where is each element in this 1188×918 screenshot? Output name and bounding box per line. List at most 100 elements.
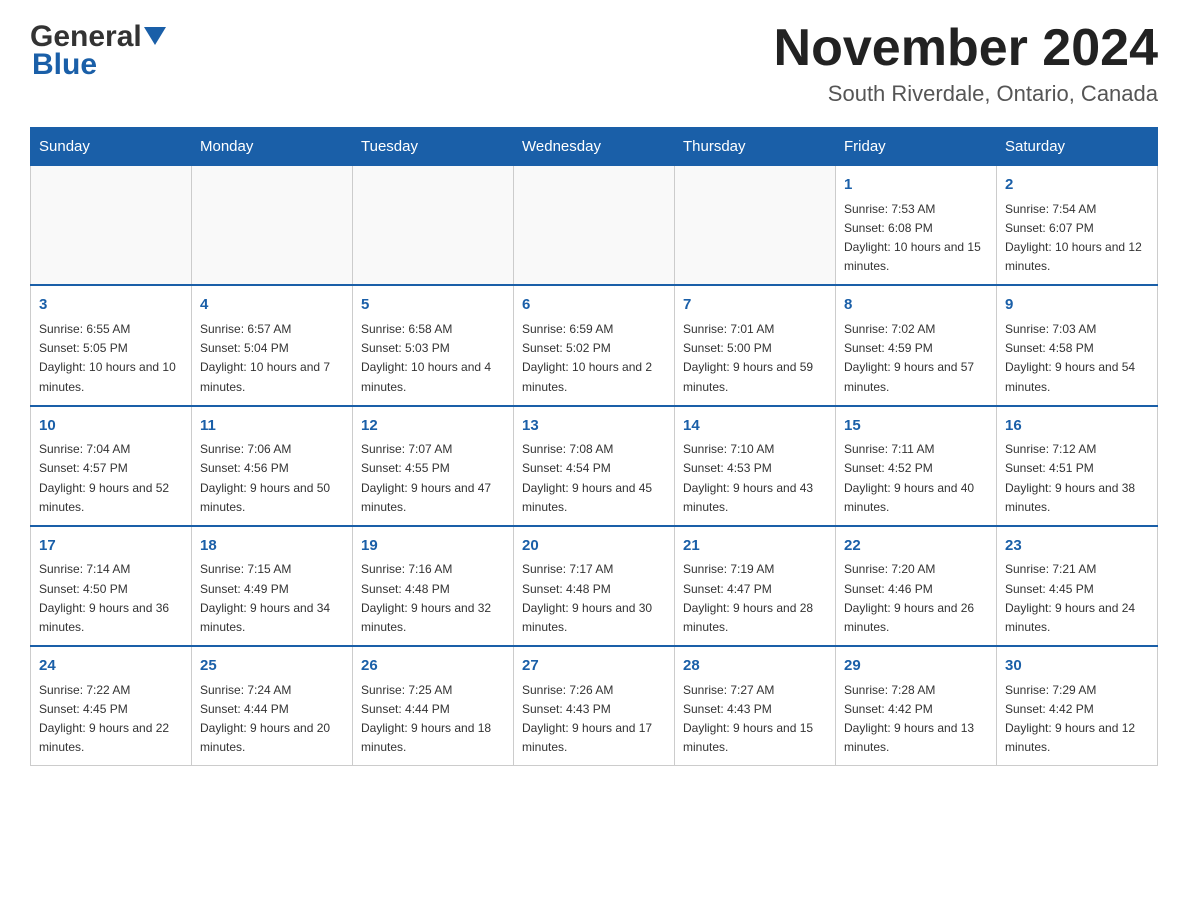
- calendar-week-row: 3 Sunrise: 6:55 AMSunset: 5:05 PMDaylight…: [31, 285, 1158, 405]
- calendar-cell: 14Sunrise: 7:10 AMSunset: 4:53 PMDayligh…: [675, 406, 836, 526]
- calendar-table: SundayMondayTuesdayWednesdayThursdayFrid…: [30, 127, 1158, 766]
- calendar-header-saturday: Saturday: [997, 128, 1158, 166]
- calendar-header-friday: Friday: [836, 128, 997, 166]
- calendar-cell: 12Sunrise: 7:07 AMSunset: 4:55 PMDayligh…: [353, 406, 514, 526]
- calendar-cell: 29 Sunrise: 7:28 AMSunset: 4:42 PMDayligh…: [836, 646, 997, 766]
- day-info: Sunrise: 6:58 AMSunset: 5:03 PMDaylight:…: [361, 320, 505, 397]
- calendar-cell: [675, 166, 836, 286]
- logo-triangle-icon: [144, 27, 166, 49]
- day-number: 26: [361, 655, 505, 678]
- day-info: Sunrise: 7:22 AMSunset: 4:45 PMDaylight:…: [39, 681, 183, 758]
- calendar-cell: [514, 166, 675, 286]
- day-info: Sunrise: 7:26 AMSunset: 4:43 PMDaylight:…: [522, 681, 666, 758]
- day-number: 1: [844, 174, 988, 197]
- day-info: Sunrise: 7:10 AMSunset: 4:53 PMDaylight:…: [683, 440, 827, 517]
- day-number: 5: [361, 294, 505, 317]
- day-info: Sunrise: 7:16 AMSunset: 4:48 PMDaylight:…: [361, 560, 505, 637]
- day-number: 24: [39, 655, 183, 678]
- day-info: Sunrise: 7:21 AMSunset: 4:45 PMDaylight:…: [1005, 560, 1149, 637]
- day-number: 14: [683, 415, 827, 438]
- day-number: 22: [844, 535, 988, 558]
- day-number: 21: [683, 535, 827, 558]
- day-number: 15: [844, 415, 988, 438]
- calendar-cell: 3 Sunrise: 6:55 AMSunset: 5:05 PMDaylight…: [31, 285, 192, 405]
- day-info: Sunrise: 7:03 AMSunset: 4:58 PMDaylight:…: [1005, 320, 1149, 397]
- day-number: 29: [844, 655, 988, 678]
- calendar-cell: 21Sunrise: 7:19 AMSunset: 4:47 PMDayligh…: [675, 526, 836, 646]
- calendar-cell: [353, 166, 514, 286]
- calendar-cell: 8 Sunrise: 7:02 AMSunset: 4:59 PMDaylight…: [836, 285, 997, 405]
- calendar-cell: 2 Sunrise: 7:54 AMSunset: 6:07 PMDaylight…: [997, 166, 1158, 286]
- day-number: 9: [1005, 294, 1149, 317]
- calendar-cell: 20Sunrise: 7:17 AMSunset: 4:48 PMDayligh…: [514, 526, 675, 646]
- calendar-header-sunday: Sunday: [31, 128, 192, 166]
- day-number: 18: [200, 535, 344, 558]
- day-info: Sunrise: 7:06 AMSunset: 4:56 PMDaylight:…: [200, 440, 344, 517]
- calendar-cell: 23Sunrise: 7:21 AMSunset: 4:45 PMDayligh…: [997, 526, 1158, 646]
- day-info: Sunrise: 7:54 AMSunset: 6:07 PMDaylight:…: [1005, 200, 1149, 277]
- day-info: Sunrise: 7:15 AMSunset: 4:49 PMDaylight:…: [200, 560, 344, 637]
- day-info: Sunrise: 7:02 AMSunset: 4:59 PMDaylight:…: [844, 320, 988, 397]
- calendar-cell: 27 Sunrise: 7:26 AMSunset: 4:43 PMDayligh…: [514, 646, 675, 766]
- calendar-cell: 9 Sunrise: 7:03 AMSunset: 4:58 PMDaylight…: [997, 285, 1158, 405]
- day-number: 12: [361, 415, 505, 438]
- day-number: 28: [683, 655, 827, 678]
- day-info: Sunrise: 7:20 AMSunset: 4:46 PMDaylight:…: [844, 560, 988, 637]
- day-info: Sunrise: 6:57 AMSunset: 5:04 PMDaylight:…: [200, 320, 344, 397]
- day-number: 3: [39, 294, 183, 317]
- calendar-cell: 18Sunrise: 7:15 AMSunset: 4:49 PMDayligh…: [192, 526, 353, 646]
- day-number: 25: [200, 655, 344, 678]
- day-info: Sunrise: 7:07 AMSunset: 4:55 PMDaylight:…: [361, 440, 505, 517]
- calendar-cell: 25 Sunrise: 7:24 AMSunset: 4:44 PMDayligh…: [192, 646, 353, 766]
- calendar-cell: 11Sunrise: 7:06 AMSunset: 4:56 PMDayligh…: [192, 406, 353, 526]
- title-section: November 2024 South Riverdale, Ontario, …: [774, 20, 1158, 107]
- day-number: 19: [361, 535, 505, 558]
- calendar-header-monday: Monday: [192, 128, 353, 166]
- header: General Blue November 2024 South Riverda…: [30, 20, 1158, 107]
- day-info: Sunrise: 6:55 AMSunset: 5:05 PMDaylight:…: [39, 320, 183, 397]
- calendar-cell: 30 Sunrise: 7:29 AMSunset: 4:42 PMDayligh…: [997, 646, 1158, 766]
- calendar-week-row: 10Sunrise: 7:04 AMSunset: 4:57 PMDayligh…: [31, 406, 1158, 526]
- day-info: Sunrise: 7:29 AMSunset: 4:42 PMDaylight:…: [1005, 681, 1149, 758]
- day-number: 16: [1005, 415, 1149, 438]
- subtitle: South Riverdale, Ontario, Canada: [774, 81, 1158, 107]
- day-number: 13: [522, 415, 666, 438]
- calendar-cell: 7 Sunrise: 7:01 AMSunset: 5:00 PMDaylight…: [675, 285, 836, 405]
- day-number: 7: [683, 294, 827, 317]
- day-number: 4: [200, 294, 344, 317]
- day-info: Sunrise: 7:01 AMSunset: 5:00 PMDaylight:…: [683, 320, 827, 397]
- day-number: 6: [522, 294, 666, 317]
- calendar-header-tuesday: Tuesday: [353, 128, 514, 166]
- day-info: Sunrise: 7:25 AMSunset: 4:44 PMDaylight:…: [361, 681, 505, 758]
- day-number: 23: [1005, 535, 1149, 558]
- calendar-cell: 19Sunrise: 7:16 AMSunset: 4:48 PMDayligh…: [353, 526, 514, 646]
- day-info: Sunrise: 7:53 AMSunset: 6:08 PMDaylight:…: [844, 200, 988, 277]
- day-info: Sunrise: 7:17 AMSunset: 4:48 PMDaylight:…: [522, 560, 666, 637]
- calendar-cell: 5 Sunrise: 6:58 AMSunset: 5:03 PMDaylight…: [353, 285, 514, 405]
- calendar-cell: 24 Sunrise: 7:22 AMSunset: 4:45 PMDayligh…: [31, 646, 192, 766]
- day-info: Sunrise: 7:19 AMSunset: 4:47 PMDaylight:…: [683, 560, 827, 637]
- day-info: Sunrise: 7:28 AMSunset: 4:42 PMDaylight:…: [844, 681, 988, 758]
- calendar-cell: 17Sunrise: 7:14 AMSunset: 4:50 PMDayligh…: [31, 526, 192, 646]
- calendar-cell: 15Sunrise: 7:11 AMSunset: 4:52 PMDayligh…: [836, 406, 997, 526]
- day-number: 27: [522, 655, 666, 678]
- day-number: 30: [1005, 655, 1149, 678]
- day-number: 8: [844, 294, 988, 317]
- day-number: 2: [1005, 174, 1149, 197]
- day-info: Sunrise: 7:27 AMSunset: 4:43 PMDaylight:…: [683, 681, 827, 758]
- main-title: November 2024: [774, 20, 1158, 77]
- logo-blue: Blue: [32, 48, 97, 82]
- day-info: Sunrise: 7:14 AMSunset: 4:50 PMDaylight:…: [39, 560, 183, 637]
- calendar-cell: 4 Sunrise: 6:57 AMSunset: 5:04 PMDaylight…: [192, 285, 353, 405]
- day-info: Sunrise: 6:59 AMSunset: 5:02 PMDaylight:…: [522, 320, 666, 397]
- calendar-cell: [192, 166, 353, 286]
- logo: General Blue: [30, 20, 166, 82]
- day-info: Sunrise: 7:04 AMSunset: 4:57 PMDaylight:…: [39, 440, 183, 517]
- calendar-header-row: SundayMondayTuesdayWednesdayThursdayFrid…: [31, 128, 1158, 166]
- calendar-week-row: 17Sunrise: 7:14 AMSunset: 4:50 PMDayligh…: [31, 526, 1158, 646]
- day-info: Sunrise: 7:24 AMSunset: 4:44 PMDaylight:…: [200, 681, 344, 758]
- calendar-cell: 22Sunrise: 7:20 AMSunset: 4:46 PMDayligh…: [836, 526, 997, 646]
- day-info: Sunrise: 7:08 AMSunset: 4:54 PMDaylight:…: [522, 440, 666, 517]
- calendar-header-thursday: Thursday: [675, 128, 836, 166]
- calendar-cell: 10Sunrise: 7:04 AMSunset: 4:57 PMDayligh…: [31, 406, 192, 526]
